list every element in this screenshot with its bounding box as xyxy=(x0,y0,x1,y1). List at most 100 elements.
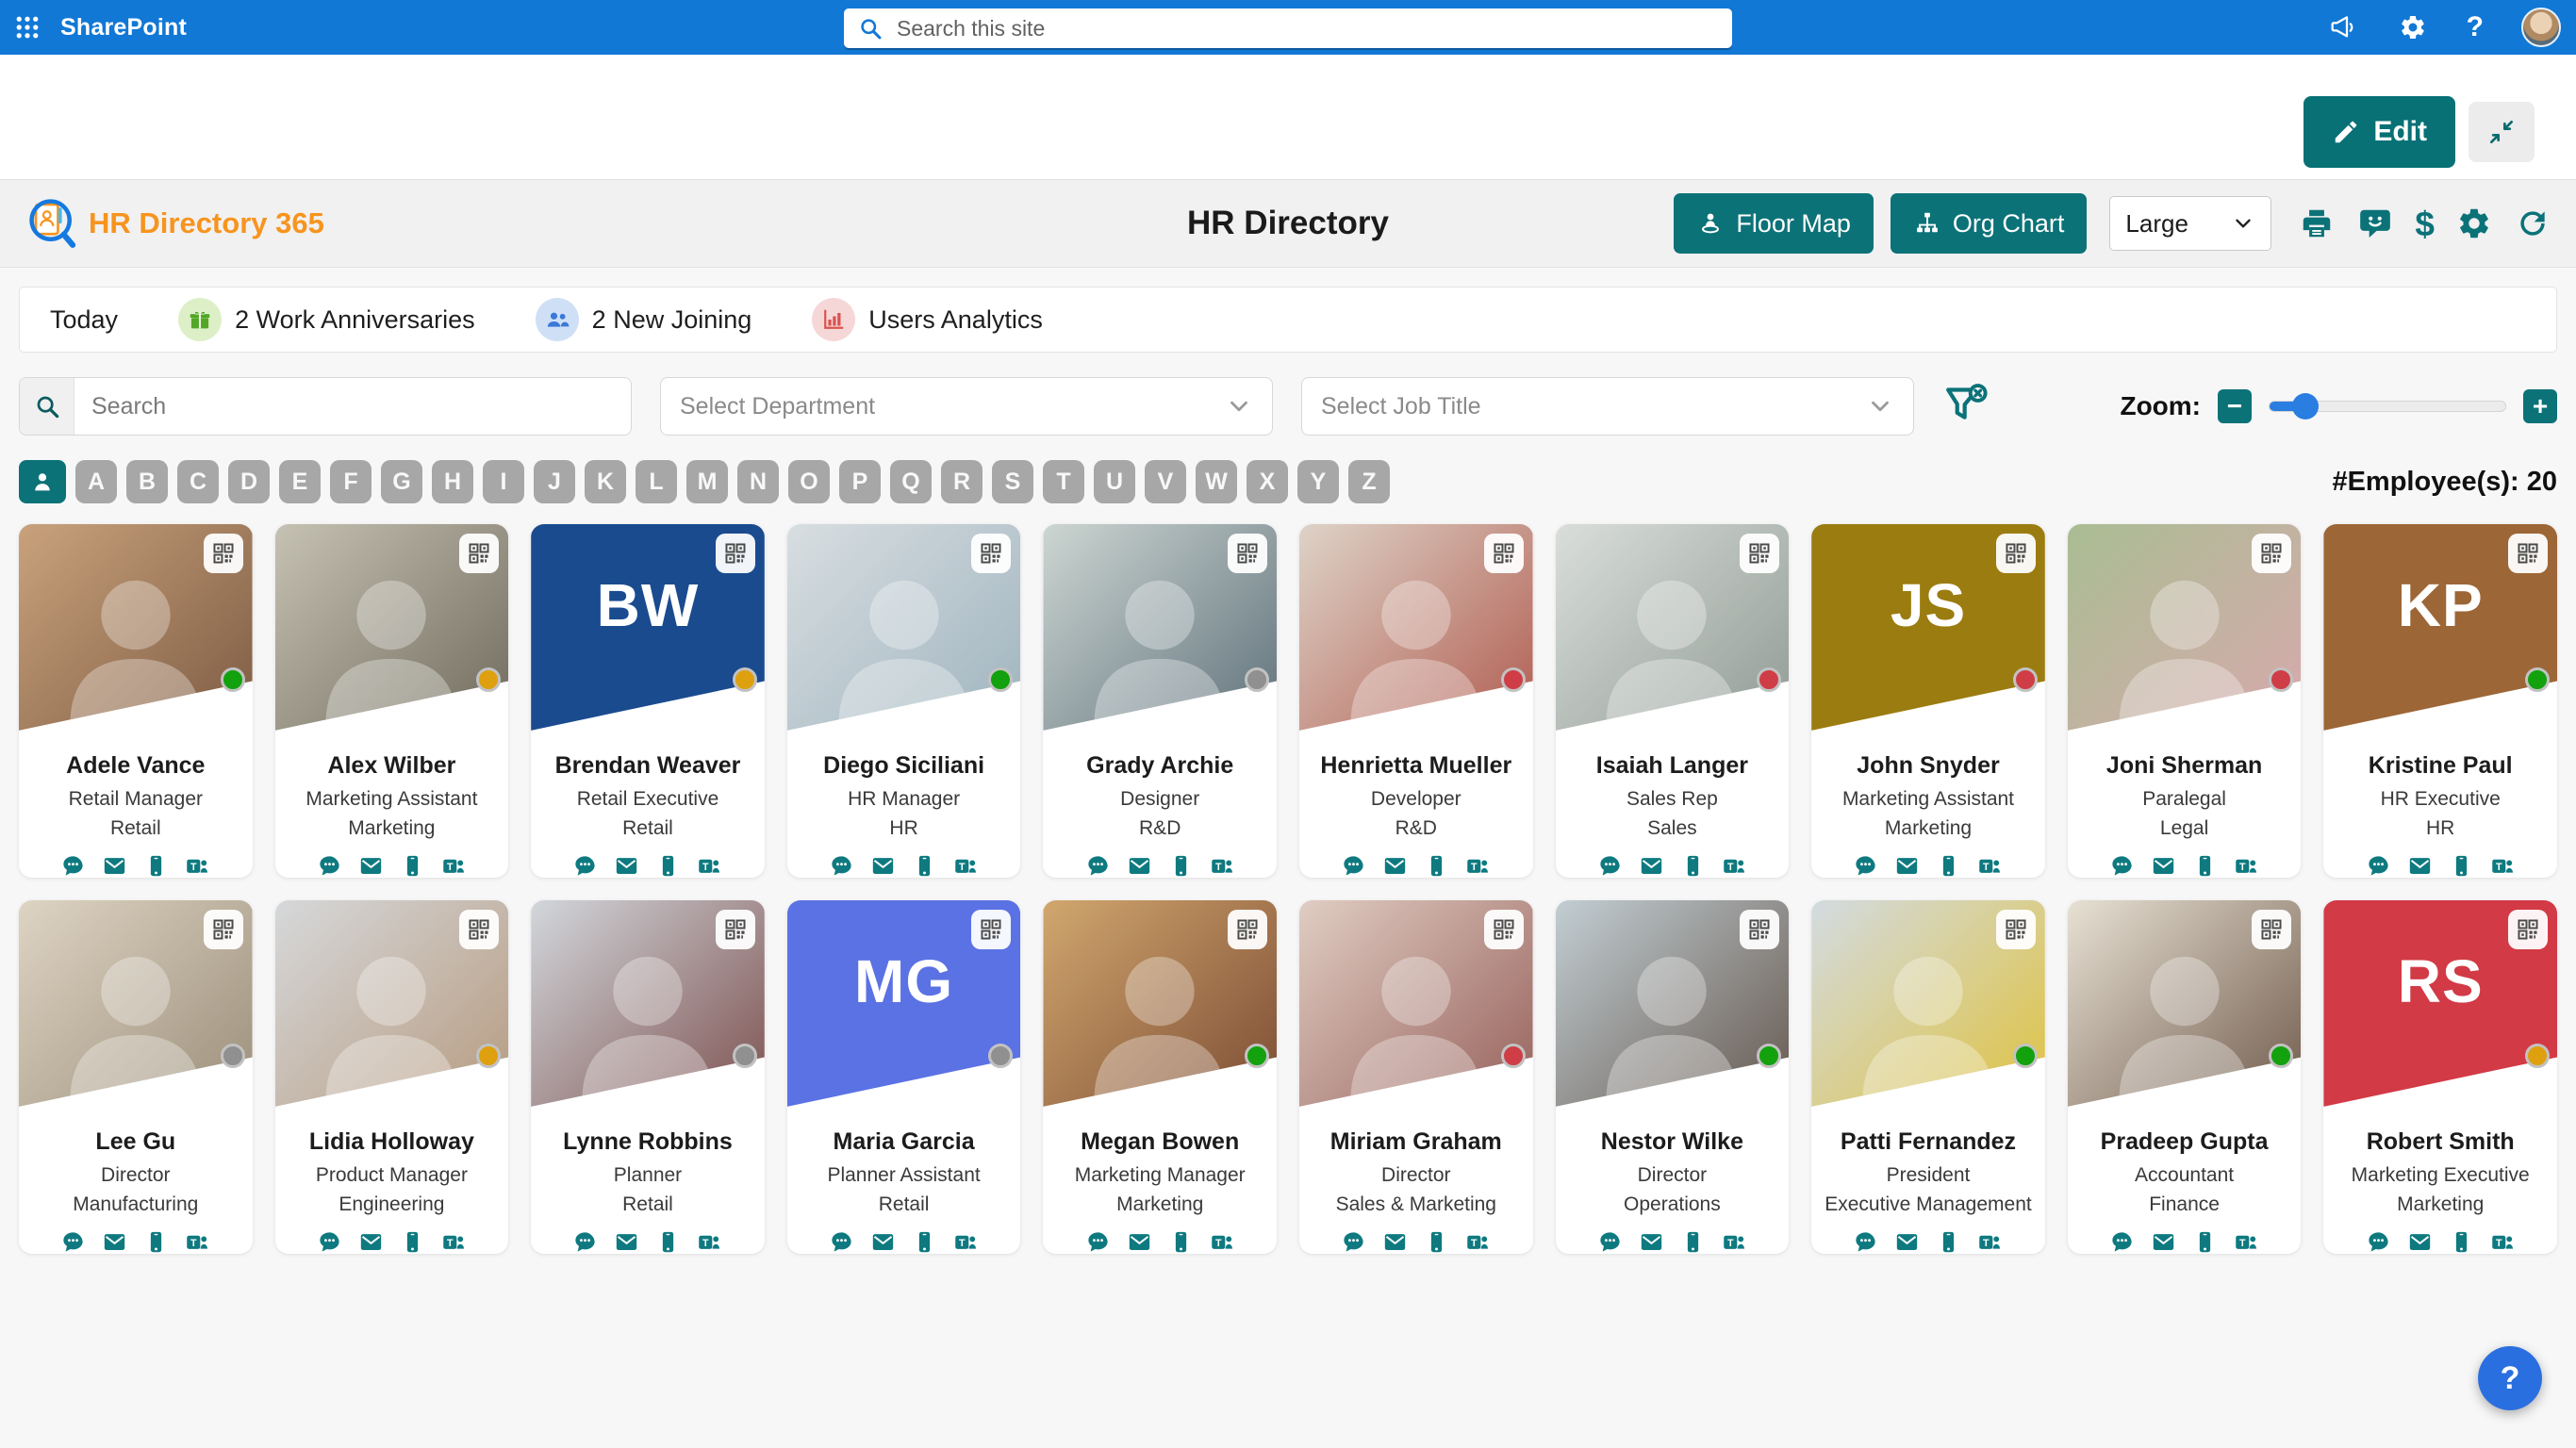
employee-card[interactable]: RS Robert Smith Marketing Executive Mark… xyxy=(2323,900,2557,1254)
teams-icon[interactable] xyxy=(697,853,722,879)
qr-code-icon[interactable] xyxy=(1996,910,2036,949)
employee-card[interactable]: Nestor Wilke Director Operations xyxy=(1556,900,1790,1254)
teams-icon[interactable] xyxy=(2490,853,2516,879)
alphabet-button-Y[interactable]: Y xyxy=(1297,460,1339,503)
teams-icon[interactable] xyxy=(1977,853,2003,879)
mobile-phone-icon[interactable] xyxy=(2449,853,2474,879)
new-joining-link[interactable]: 2 New Joining xyxy=(536,298,752,341)
alphabet-button-V[interactable]: V xyxy=(1145,460,1186,503)
employee-card[interactable]: Grady Archie Designer R&D xyxy=(1043,524,1277,878)
employee-card[interactable]: BW Brendan Weaver Retail Executive Retai… xyxy=(531,524,765,878)
alphabet-button-D[interactable]: D xyxy=(228,460,270,503)
teams-icon[interactable] xyxy=(1210,1229,1235,1255)
qr-code-icon[interactable] xyxy=(971,910,1011,949)
chat-icon[interactable] xyxy=(829,1229,854,1255)
chat-icon[interactable] xyxy=(1853,853,1878,879)
employee-card[interactable]: MG Maria Garcia Planner Assistant Retail xyxy=(787,900,1021,1254)
department-select[interactable]: Select Department xyxy=(660,377,1273,436)
today-tab[interactable]: Today xyxy=(50,305,118,335)
zoom-in-button[interactable]: + xyxy=(2523,389,2557,423)
megaphone-icon[interactable] xyxy=(2327,11,2359,43)
qr-code-icon[interactable] xyxy=(2508,910,2548,949)
zoom-out-button[interactable]: − xyxy=(2218,389,2252,423)
email-icon[interactable] xyxy=(1127,1229,1152,1255)
email-icon[interactable] xyxy=(614,853,639,879)
alphabet-button-J[interactable]: J xyxy=(534,460,575,503)
chat-icon[interactable] xyxy=(1085,1229,1111,1255)
alphabet-button-R[interactable]: R xyxy=(941,460,983,503)
alphabet-all-button[interactable] xyxy=(19,460,66,503)
chat-icon[interactable] xyxy=(2366,853,2391,879)
floor-map-button[interactable]: Floor Map xyxy=(1674,193,1874,254)
chat-icon[interactable] xyxy=(2109,1229,2135,1255)
employee-card[interactable]: Alex Wilber Marketing Assistant Marketin… xyxy=(275,524,509,878)
employee-card[interactable]: Adele Vance Retail Manager Retail xyxy=(19,524,253,878)
alphabet-button-L[interactable]: L xyxy=(636,460,677,503)
chat-icon[interactable] xyxy=(1085,853,1111,879)
alphabet-button-E[interactable]: E xyxy=(279,460,321,503)
email-icon[interactable] xyxy=(2407,853,2433,879)
chat-icon[interactable] xyxy=(60,1229,86,1255)
alphabet-button-G[interactable]: G xyxy=(381,460,422,503)
teams-icon[interactable] xyxy=(2490,1229,2516,1255)
qr-code-icon[interactable] xyxy=(1484,910,1524,949)
teams-icon[interactable] xyxy=(441,1229,467,1255)
mobile-phone-icon[interactable] xyxy=(655,1229,681,1255)
mobile-phone-icon[interactable] xyxy=(1936,853,1961,879)
employee-card[interactable]: Lee Gu Director Manufacturing xyxy=(19,900,253,1254)
chat-icon[interactable] xyxy=(1341,853,1366,879)
help-icon[interactable]: ? xyxy=(2467,11,2484,43)
employee-card[interactable]: Patti Fernandez President Executive Mana… xyxy=(1811,900,2045,1254)
qr-code-icon[interactable] xyxy=(716,910,755,949)
qr-code-icon[interactable] xyxy=(1228,910,1267,949)
zoom-slider[interactable] xyxy=(2269,401,2506,412)
employee-card[interactable]: Lynne Robbins Planner Retail xyxy=(531,900,765,1254)
teams-icon[interactable] xyxy=(953,1229,979,1255)
employee-card[interactable]: Diego Siciliani HR Manager HR xyxy=(787,524,1021,878)
mobile-phone-icon[interactable] xyxy=(1424,853,1449,879)
employee-search-input[interactable] xyxy=(74,378,631,435)
email-icon[interactable] xyxy=(1639,1229,1664,1255)
email-icon[interactable] xyxy=(1894,853,1920,879)
email-icon[interactable] xyxy=(102,853,127,879)
alphabet-button-O[interactable]: O xyxy=(788,460,830,503)
alphabet-button-Z[interactable]: Z xyxy=(1348,460,1390,503)
alphabet-button-U[interactable]: U xyxy=(1094,460,1135,503)
alphabet-button-B[interactable]: B xyxy=(126,460,168,503)
teams-icon[interactable] xyxy=(1465,1229,1491,1255)
qr-code-icon[interactable] xyxy=(2252,910,2291,949)
chat-icon[interactable] xyxy=(572,1229,598,1255)
teams-icon[interactable] xyxy=(953,853,979,879)
teams-icon[interactable] xyxy=(697,1229,722,1255)
email-icon[interactable] xyxy=(870,853,896,879)
collapse-button[interactable] xyxy=(2469,102,2535,162)
work-anniversaries-link[interactable]: 2 Work Anniversaries xyxy=(178,298,475,341)
mobile-phone-icon[interactable] xyxy=(2192,1229,2218,1255)
alphabet-button-I[interactable]: I xyxy=(483,460,524,503)
qr-code-icon[interactable] xyxy=(716,534,755,573)
alphabet-button-N[interactable]: N xyxy=(737,460,779,503)
qr-code-icon[interactable] xyxy=(1740,910,1779,949)
qr-code-icon[interactable] xyxy=(459,910,499,949)
org-chart-button[interactable]: Org Chart xyxy=(1891,193,2088,254)
email-icon[interactable] xyxy=(1382,1229,1408,1255)
alphabet-button-W[interactable]: W xyxy=(1196,460,1237,503)
employee-search-box[interactable] xyxy=(19,377,632,436)
mobile-phone-icon[interactable] xyxy=(143,853,169,879)
zoom-slider-thumb[interactable] xyxy=(2292,393,2319,420)
mobile-phone-icon[interactable] xyxy=(400,853,425,879)
sharepoint-logo-text[interactable]: SharePoint xyxy=(60,14,187,41)
mobile-phone-icon[interactable] xyxy=(1168,853,1194,879)
email-icon[interactable] xyxy=(2407,1229,2433,1255)
employee-card[interactable]: Megan Bowen Marketing Manager Marketing xyxy=(1043,900,1277,1254)
alphabet-button-T[interactable]: T xyxy=(1043,460,1084,503)
teams-icon[interactable] xyxy=(185,853,210,879)
mobile-phone-icon[interactable] xyxy=(2449,1229,2474,1255)
employee-card[interactable]: Henrietta Mueller Developer R&D xyxy=(1299,524,1533,878)
teams-icon[interactable] xyxy=(2234,1229,2259,1255)
chat-icon[interactable] xyxy=(1597,1229,1623,1255)
email-icon[interactable] xyxy=(102,1229,127,1255)
qr-code-icon[interactable] xyxy=(971,534,1011,573)
employee-card[interactable]: Isaiah Langer Sales Rep Sales xyxy=(1556,524,1790,878)
alphabet-button-P[interactable]: P xyxy=(839,460,881,503)
